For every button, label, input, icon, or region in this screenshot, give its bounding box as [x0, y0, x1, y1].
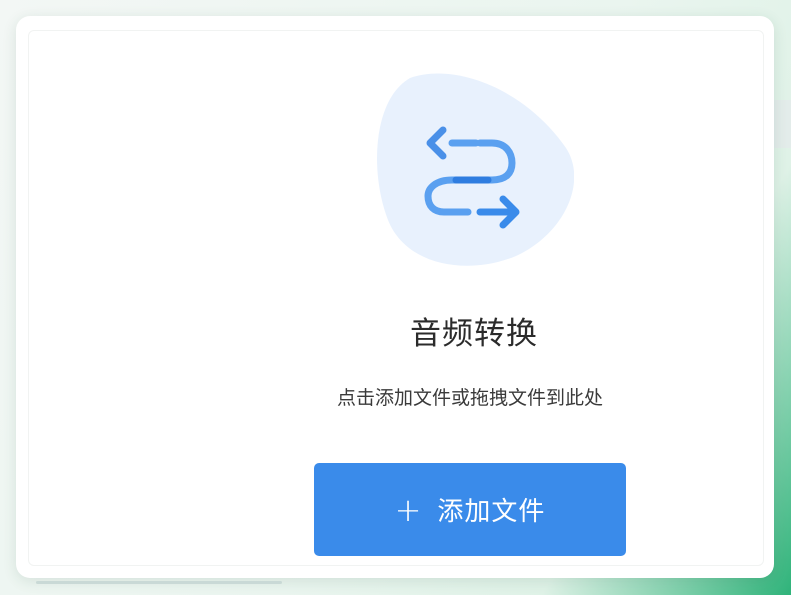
icon-background-blob: [377, 73, 574, 266]
drop-hint-text: 点击添加文件或拖拽文件到此处: [336, 387, 603, 409]
add-file-button[interactable]: + 添加文件: [314, 463, 626, 556]
plus-icon: +: [394, 490, 422, 529]
horizontal-scrollbar[interactable]: [36, 581, 282, 584]
add-file-label: 添加文件: [437, 497, 546, 527]
page-title: 音频转换: [410, 316, 538, 352]
swap-arrows-icon: [377, 73, 574, 266]
